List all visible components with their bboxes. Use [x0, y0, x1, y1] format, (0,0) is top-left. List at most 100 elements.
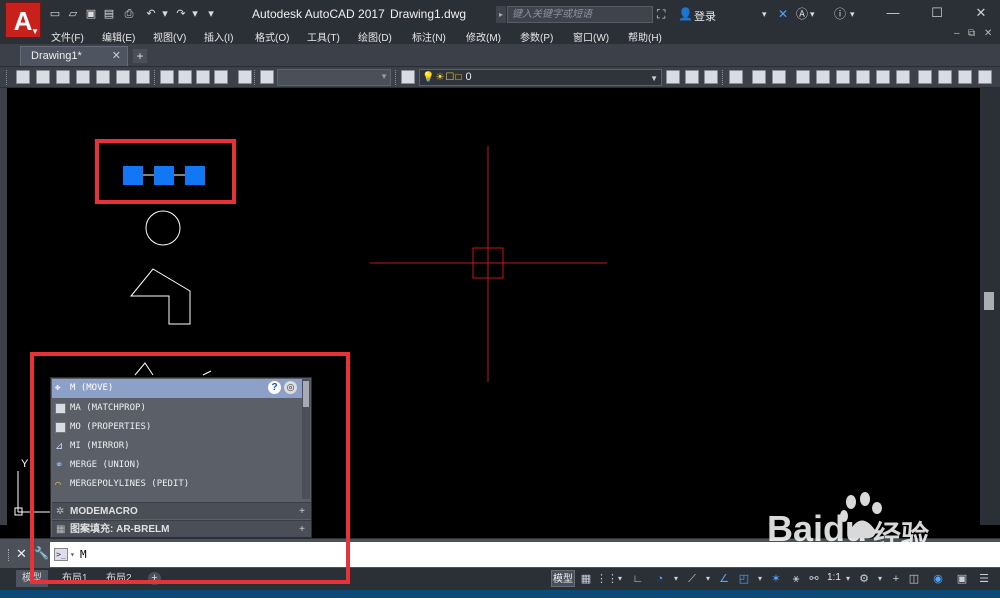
shaded-edges-icon[interactable] — [136, 70, 150, 84]
menu-help[interactable]: 帮助(H) — [628, 29, 662, 44]
application-menu-button[interactable]: A ▼ — [5, 2, 41, 38]
key-icon[interactable] — [260, 70, 274, 84]
menu-tools[interactable]: 工具(T) — [307, 29, 340, 44]
dimension-space-icon[interactable] — [958, 70, 972, 84]
view-back-icon[interactable] — [178, 70, 192, 84]
redo-icon[interactable]: ↷ — [174, 7, 188, 21]
undo-dropdown-icon[interactable]: ▾ — [158, 7, 172, 21]
view-front-icon[interactable] — [160, 70, 174, 84]
linear-dimension-icon[interactable] — [729, 70, 743, 84]
render-icon[interactable] — [238, 70, 252, 84]
maximize-icon[interactable]: ☐ — [926, 3, 948, 23]
vertical-scrollbar[interactable] — [980, 88, 1000, 525]
plot-icon[interactable]: ⎙ — [122, 7, 136, 21]
search-expand-icon[interactable]: ▸ — [496, 6, 506, 23]
toolbar-grip[interactable] — [6, 70, 8, 85]
menu-edit[interactable]: 编辑(E) — [102, 29, 135, 44]
object-snap-icon[interactable]: ◰ — [736, 571, 752, 587]
new-file-icon[interactable]: ▭ — [48, 7, 62, 21]
model-space-button[interactable]: 模型 — [551, 570, 575, 587]
close-icon[interactable]: ✕ — [970, 3, 992, 23]
binoculars-icon[interactable]: ⛶ — [657, 7, 665, 21]
layer-states-icon[interactable] — [704, 70, 718, 84]
redo-dropdown-icon[interactable]: ▾ — [188, 7, 202, 21]
scroll-thumb[interactable] — [984, 292, 994, 310]
autodesk-a360-icon[interactable]: Ⓐ — [796, 7, 808, 21]
save-icon[interactable]: ▣ — [84, 7, 98, 21]
login-link[interactable]: 登录 — [694, 8, 716, 24]
circle-shape[interactable] — [145, 210, 181, 246]
hidden-icon[interactable] — [56, 70, 70, 84]
wireframe-icon[interactable] — [36, 70, 50, 84]
save-as-icon[interactable]: ▤ — [102, 7, 116, 21]
canvas-left-edge — [0, 88, 7, 525]
quick-access-customize-icon[interactable]: ▾ — [204, 7, 218, 21]
ortho-icon[interactable]: ∟ — [630, 571, 646, 587]
login-dropdown-icon[interactable]: ▾ — [762, 7, 767, 21]
realistic-icon[interactable] — [76, 70, 90, 84]
grid-icon[interactable]: ▦ — [578, 571, 594, 587]
shaded-icon[interactable] — [116, 70, 130, 84]
close-icon[interactable]: ✕ — [16, 546, 27, 562]
menu-parametric[interactable]: 参数(P) — [520, 29, 553, 44]
help-icon[interactable]: ⓘ — [834, 7, 846, 21]
layer-select[interactable]: 💡☀☐□ 0 ▼ — [419, 69, 662, 86]
new-tab-icon[interactable]: + — [133, 49, 147, 63]
baseline-icon[interactable] — [918, 70, 932, 84]
open-file-icon[interactable]: ▱ — [66, 7, 80, 21]
tab-drawing1[interactable]: Drawing1* ✕ — [20, 46, 128, 66]
search-input[interactable]: 键入关键字或短语 — [507, 6, 653, 23]
visual-style-icon[interactable] — [16, 70, 30, 84]
menu-modify[interactable]: 修改(M) — [466, 29, 501, 44]
diameter-icon[interactable] — [856, 70, 870, 84]
ordinate-icon[interactable] — [796, 70, 810, 84]
polar-tracking-icon[interactable]: ◔ — [652, 571, 668, 587]
quick-dimension-icon[interactable] — [896, 70, 910, 84]
menu-file[interactable]: 文件(F) — [51, 29, 84, 44]
conceptual-icon[interactable] — [96, 70, 110, 84]
radius-icon[interactable] — [816, 70, 830, 84]
minimize-icon[interactable]: — — [882, 3, 904, 23]
doc-minimize-icon[interactable]: – — [954, 28, 960, 39]
menu-view[interactable]: 视图(V) — [153, 29, 186, 44]
menu-insert[interactable]: 插入(I) — [204, 29, 233, 44]
view-right-icon[interactable] — [214, 70, 228, 84]
menu-dimension[interactable]: 标注(N) — [412, 29, 446, 44]
polar-dropdown-icon[interactable]: ▾ — [668, 571, 684, 587]
watermark-brand: Baidu — [767, 508, 868, 549]
continue-icon[interactable] — [938, 70, 952, 84]
dimension-break-icon[interactable] — [978, 70, 992, 84]
snap-icon[interactable]: ⋮⋮ — [596, 571, 618, 587]
object-snap-tracking-icon[interactable]: ∠ — [716, 571, 732, 587]
toolbar-grip[interactable] — [254, 70, 256, 85]
arc-length-icon[interactable] — [772, 70, 786, 84]
style-select[interactable]: ▼ — [277, 69, 391, 86]
menu-format[interactable]: 格式(O) — [255, 29, 289, 44]
tab-close-icon[interactable]: ✕ — [112, 47, 121, 66]
angular-icon[interactable] — [876, 70, 890, 84]
app-title: Autodesk AutoCAD 2017 — [252, 7, 385, 21]
layer-manager-icon[interactable] — [401, 70, 415, 84]
isometric-dropdown-icon[interactable]: ▾ — [700, 571, 716, 587]
layer-previous-icon[interactable] — [685, 70, 699, 84]
menu-draw[interactable]: 绘图(D) — [358, 29, 392, 44]
snap-dropdown-icon[interactable]: ▾ — [612, 571, 628, 587]
doc-close-icon[interactable]: ✕ — [984, 28, 992, 39]
make-current-layer-icon[interactable] — [666, 70, 680, 84]
help-dropdown-icon[interactable]: ▾ — [850, 7, 855, 21]
toolbar-grip[interactable] — [722, 70, 724, 85]
menu-window[interactable]: 窗口(W) — [573, 29, 609, 44]
isometric-icon[interactable]: ⟋ — [684, 571, 700, 587]
polygon-shape[interactable] — [129, 268, 191, 325]
user-icon[interactable]: 👤 — [678, 7, 693, 21]
undo-icon[interactable]: ↶ — [144, 7, 158, 21]
toolbar-grip[interactable] — [395, 70, 397, 85]
view-left-icon[interactable] — [196, 70, 210, 84]
aligned-dimension-icon[interactable] — [752, 70, 766, 84]
doc-restore-icon[interactable]: ⧉ — [968, 28, 975, 39]
a360-dropdown-icon[interactable]: ▾ — [810, 7, 815, 21]
jogged-icon[interactable] — [836, 70, 850, 84]
toolbar-grip[interactable] — [154, 70, 156, 85]
command-line-grip[interactable] — [8, 549, 11, 561]
exchange-apps-icon[interactable]: ✕ — [778, 7, 788, 21]
